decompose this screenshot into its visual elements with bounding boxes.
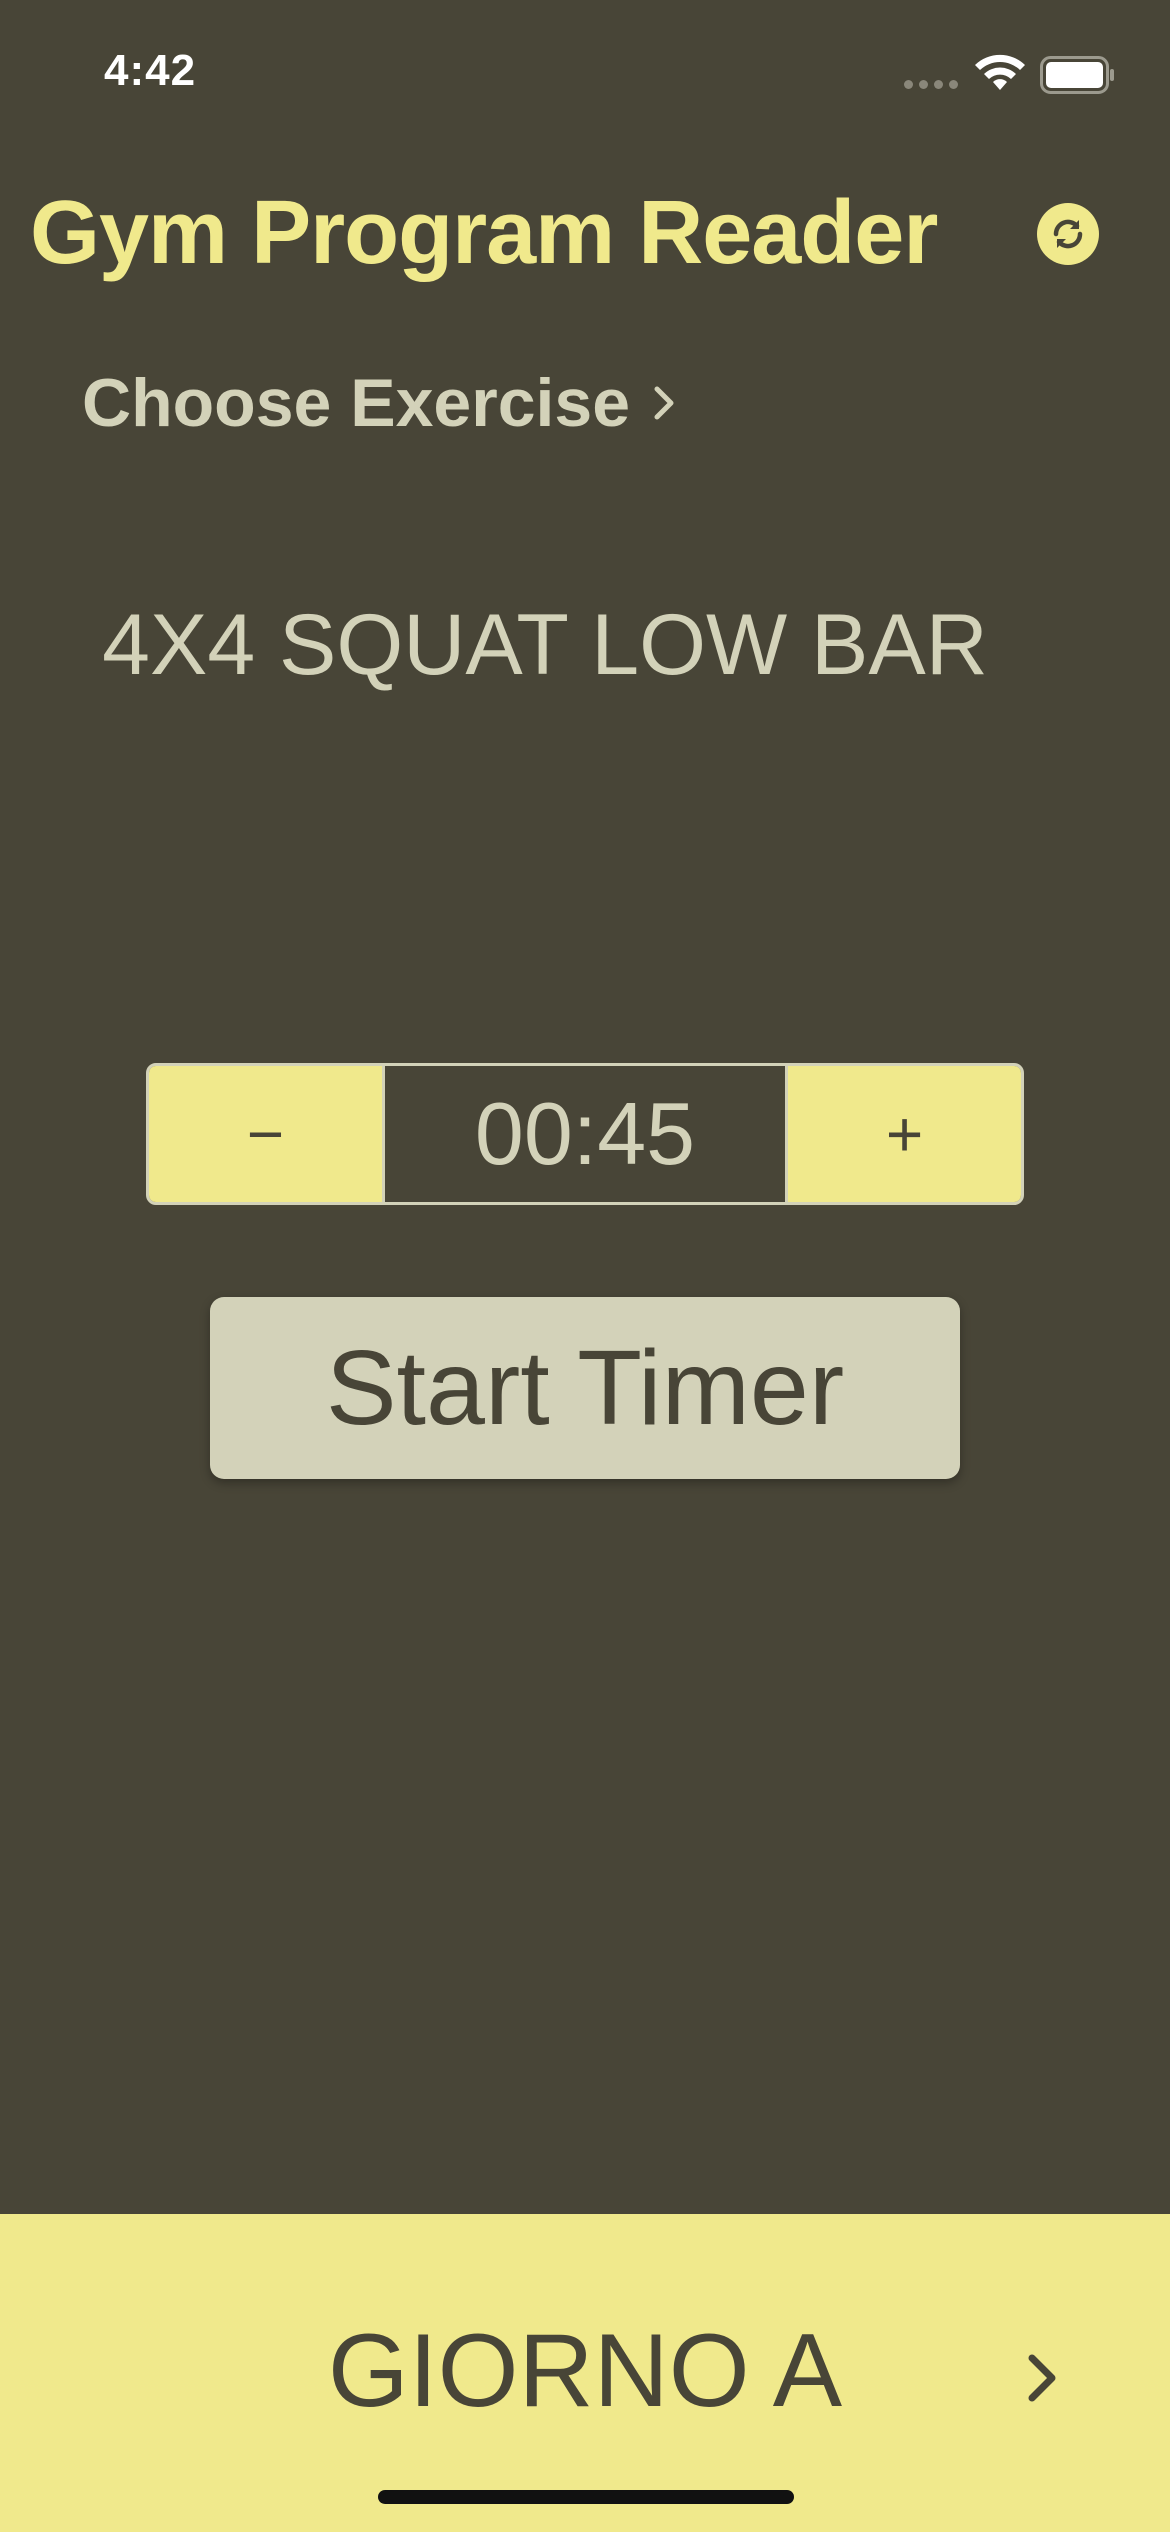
status-time: 4:42	[104, 46, 197, 95]
refresh-button[interactable]	[1037, 203, 1099, 265]
cellular-signal-icon	[904, 80, 958, 89]
page-title: Gym Program Reader	[30, 183, 938, 283]
choose-exercise-button[interactable]: Choose Exercise	[82, 364, 678, 442]
timer-stepper: − 00:45 +	[146, 1063, 1024, 1205]
day-label: GIORNO A	[327, 2313, 843, 2429]
timer-value: 00:45	[382, 1066, 788, 1202]
exercise-name: 4X4 SQUAT LOW BAR	[102, 597, 988, 693]
battery-icon	[1040, 56, 1114, 94]
wifi-icon	[975, 54, 1025, 90]
chevron-right-icon	[654, 386, 674, 420]
refresh-icon	[1053, 219, 1083, 249]
choose-exercise-label: Choose Exercise	[82, 365, 631, 441]
start-timer-button[interactable]: Start Timer	[210, 1297, 960, 1479]
increment-button[interactable]: +	[788, 1066, 1021, 1202]
decrement-button[interactable]: −	[149, 1066, 382, 1202]
chevron-right-icon[interactable]	[1024, 2350, 1060, 2406]
home-indicator	[378, 2490, 794, 2504]
